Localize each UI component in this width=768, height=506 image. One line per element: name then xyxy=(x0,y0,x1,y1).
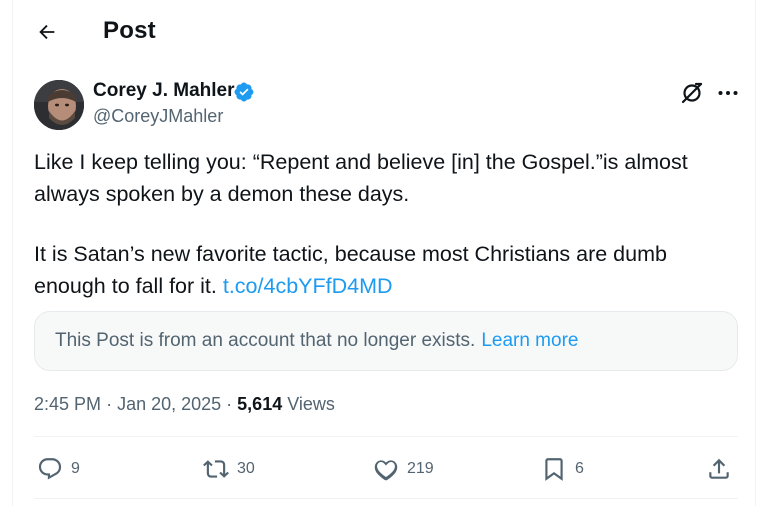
bookmark-button[interactable]: 6 xyxy=(541,452,584,486)
page-title: Post xyxy=(103,17,156,44)
bookmark-icon xyxy=(545,458,563,481)
grok-button[interactable] xyxy=(679,80,705,106)
author-name[interactable]: Corey J. Mahler xyxy=(93,80,235,102)
bookmark-count: 6 xyxy=(575,460,584,477)
more-horizontal-icon xyxy=(718,91,738,95)
reply-count: 9 xyxy=(71,460,80,477)
reply-button[interactable]: 9 xyxy=(37,452,80,486)
divider xyxy=(34,436,738,437)
post-metadata: 2:45 PM · Jan 20, 2025 · 5,614 Views xyxy=(34,394,335,415)
divider xyxy=(34,498,738,499)
arrow-left-icon xyxy=(39,24,55,40)
action-bar: 9 30 219 6 xyxy=(13,452,755,486)
verified-badge-icon xyxy=(233,81,257,105)
like-button[interactable]: 219 xyxy=(373,452,434,486)
avatar[interactable] xyxy=(34,80,84,130)
learn-more-link[interactable]: Learn more xyxy=(481,330,578,352)
post-paragraph: Like I keep telling you: “Repent and bel… xyxy=(34,150,688,206)
share-icon xyxy=(709,458,729,479)
avatar-photo xyxy=(34,80,84,130)
post-paragraph: It is Satan’s new favorite tactic, becau… xyxy=(34,238,734,302)
reply-icon xyxy=(38,458,62,480)
heart-icon xyxy=(374,460,398,481)
post-detail-panel: Post Corey J. Mahler @CoreyJMahler Like … xyxy=(12,0,756,506)
page-header: Post xyxy=(13,0,755,66)
repost-count: 30 xyxy=(237,460,255,477)
post-time[interactable]: 2:45 PM xyxy=(34,394,101,414)
like-count: 219 xyxy=(407,460,434,477)
separator-dot: · xyxy=(226,394,238,414)
post-date[interactable]: Jan 20, 2025 xyxy=(117,394,221,414)
repost-icon xyxy=(203,460,229,478)
separator-dot: · xyxy=(106,394,118,414)
post-body: Like I keep telling you: “Repent and bel… xyxy=(34,146,734,302)
grok-icon xyxy=(681,82,703,104)
views-count: 5,614 xyxy=(237,394,283,414)
author-handle[interactable]: @CoreyJMahler xyxy=(93,106,223,127)
notice-text: This Post is from an account that no lon… xyxy=(55,330,476,351)
more-options-button[interactable] xyxy=(715,80,741,106)
unavailable-post-notice: This Post is from an account that no lon… xyxy=(34,311,738,371)
back-button[interactable] xyxy=(33,16,61,48)
views-label: Views xyxy=(287,394,335,414)
post-link[interactable]: t.co/4cbYFfD4MD xyxy=(223,274,393,298)
share-button[interactable] xyxy=(706,452,732,486)
repost-button[interactable]: 30 xyxy=(203,452,255,486)
